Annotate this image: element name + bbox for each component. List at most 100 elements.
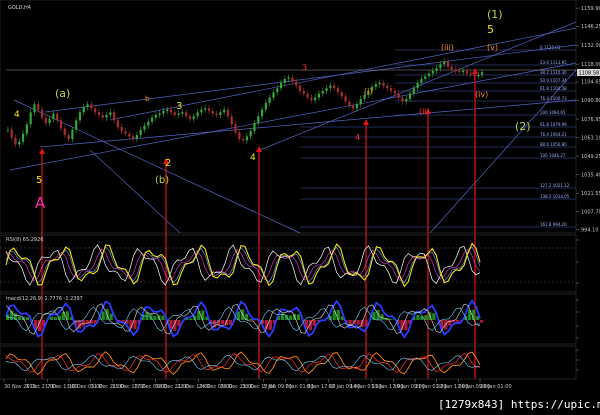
candle-body xyxy=(443,61,446,65)
candle-body xyxy=(242,139,245,141)
macd-bar xyxy=(161,315,165,320)
candle-body xyxy=(200,109,203,113)
candle-body xyxy=(317,93,321,98)
candle-body xyxy=(408,93,412,99)
candle-body xyxy=(238,132,241,140)
candle-body xyxy=(279,82,283,89)
fib-level-label: 23.6 1113.95 xyxy=(540,60,567,65)
candle-body xyxy=(287,77,290,79)
current-price-marker: 1108.58 xyxy=(577,69,600,77)
price-tick-label: 1159.90 xyxy=(581,6,600,12)
macd-bar xyxy=(416,314,420,320)
candle-body xyxy=(412,88,415,94)
candle-body xyxy=(420,78,423,83)
candle-body xyxy=(177,113,180,115)
candle-body xyxy=(446,61,450,67)
candle-body xyxy=(454,69,457,71)
candle-body xyxy=(310,97,313,101)
candle-body xyxy=(397,93,400,98)
macd-bar xyxy=(109,313,113,320)
wave-label: 5 xyxy=(487,23,494,36)
wave-label: A xyxy=(35,194,46,212)
candle-body xyxy=(169,109,173,113)
candle-body xyxy=(21,133,25,142)
candle-body xyxy=(59,120,63,129)
candle-body xyxy=(154,114,157,118)
candle-body xyxy=(226,109,230,117)
candle-body xyxy=(124,131,127,134)
candle-body xyxy=(207,108,211,111)
price-tick-label: 1090.80 xyxy=(581,98,600,104)
candle-body xyxy=(291,77,294,82)
fib-level-label: 38.2 1110.30 xyxy=(540,70,567,75)
candle-body xyxy=(75,120,78,130)
macd-title: macd(12,26,9) 1.7776 -1.2397 xyxy=(6,296,83,302)
candle-body xyxy=(48,119,51,124)
wave-label: (2) xyxy=(515,120,531,133)
candle-body xyxy=(223,109,226,113)
macd-bar xyxy=(221,320,225,325)
watermark: [1279x843] https://upic.me/ xyxy=(438,398,600,411)
macd-bar xyxy=(284,315,289,320)
candle-body xyxy=(166,109,169,111)
candle-body xyxy=(29,112,32,125)
candle-body xyxy=(268,97,271,103)
macd-bar xyxy=(432,313,436,320)
macd-bar xyxy=(424,315,428,320)
wave-label: (1) xyxy=(487,8,503,21)
candle-body xyxy=(135,135,138,140)
macd-bar xyxy=(348,320,352,326)
fib-level-label: 76.4 1064.21 xyxy=(540,132,567,137)
candle-body xyxy=(234,124,237,133)
wave-label: (b) xyxy=(155,175,169,186)
candle-body xyxy=(333,85,336,89)
candle-body xyxy=(113,112,116,121)
candle-body xyxy=(257,116,260,124)
candle-body xyxy=(147,121,150,126)
candle-body xyxy=(389,88,393,91)
candle-body xyxy=(352,105,355,109)
candle-body xyxy=(230,116,233,125)
candle-body xyxy=(204,108,207,110)
candle-body xyxy=(71,129,74,140)
candle-body xyxy=(276,88,279,93)
candle-body xyxy=(97,112,101,115)
price-tick-label: 1146.25 xyxy=(581,24,600,30)
current-price-label: 1108.58 xyxy=(579,71,600,77)
macd-bar xyxy=(296,314,300,320)
candle-body xyxy=(465,70,469,74)
wave-label: 5 xyxy=(36,175,42,186)
macd-bar xyxy=(420,316,424,320)
time-tick-label: 28 Jan 01:00 xyxy=(480,384,512,390)
macd-bar xyxy=(101,311,105,320)
forex-chart[interactable]: GOLD,H4 0 1120.0323.6 1113.9538.2 1110.3… xyxy=(0,0,600,415)
candle-body xyxy=(427,73,431,77)
candle-body xyxy=(40,109,44,118)
candle-body xyxy=(477,74,480,77)
candle-body xyxy=(143,125,146,130)
macd-bar xyxy=(336,309,340,320)
fib-level-label: 61.8 1079.99 xyxy=(540,122,567,127)
candle-body xyxy=(355,104,359,109)
fib-level-label: 100 1046.27 xyxy=(540,153,566,158)
candle-body xyxy=(382,82,385,86)
macd-bar xyxy=(153,316,157,320)
price-tick-label: 1007.70 xyxy=(581,209,600,215)
candle-body xyxy=(325,88,328,91)
wave-label: 3 xyxy=(302,63,307,72)
candle-body xyxy=(374,84,377,87)
candle-body xyxy=(405,98,408,102)
wave-label: 4 xyxy=(250,153,256,163)
candle-body xyxy=(462,70,465,73)
candle-body xyxy=(158,113,161,115)
macd-bar xyxy=(288,315,293,320)
candle-body xyxy=(37,104,40,110)
fib-level-label: 76.4 1100.73 xyxy=(540,96,567,101)
symbol-title: GOLD,H4 xyxy=(8,5,31,11)
candle-body xyxy=(272,92,275,98)
candle-body xyxy=(192,116,195,119)
candle-body xyxy=(283,78,286,83)
candle-body xyxy=(348,101,351,106)
candle-body xyxy=(10,129,13,138)
price-tick-label: 994.10 xyxy=(581,228,599,234)
